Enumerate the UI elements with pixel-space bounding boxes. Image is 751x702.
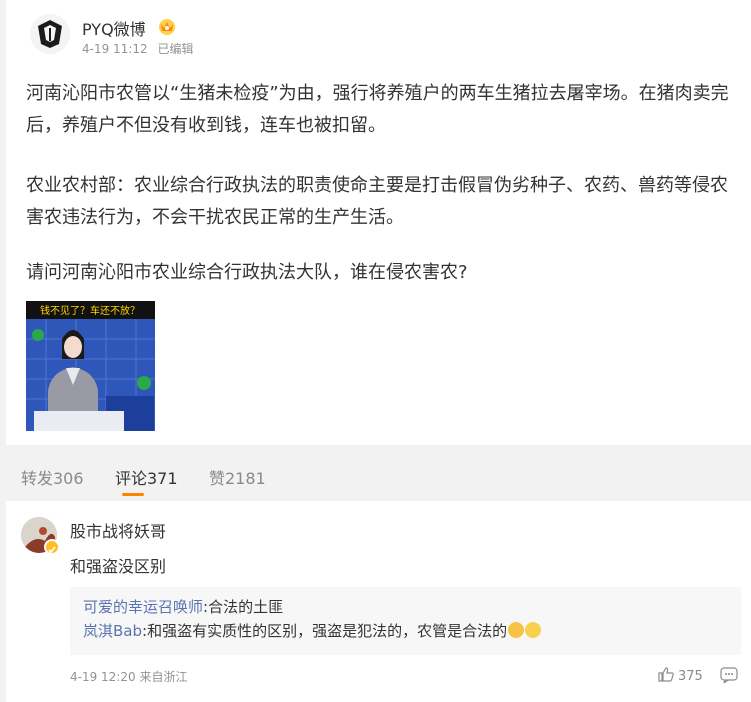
emoji-icon xyxy=(525,622,542,638)
tab-likes[interactable]: 赞2181 xyxy=(209,465,266,489)
post-video-thumbnail[interactable]: 钱不见了？车还不放？ xyxy=(26,301,155,431)
more-dots-icon[interactable] xyxy=(720,667,738,685)
commenter-name[interactable]: 股市战将妖哥 xyxy=(70,518,166,542)
tab-comments[interactable]: 评论371 xyxy=(115,465,178,489)
post-action-tabs: 转发306 评论371 赞2181 xyxy=(0,445,751,501)
tab-repost[interactable]: 转发306 xyxy=(21,465,84,489)
post-paragraph: 农业农村部：农业综合行政执法的职责使命主要是打击假冒伪劣种子、农药、兽药等侵农害… xyxy=(26,175,728,228)
comment-like-button[interactable]: 375 xyxy=(658,667,703,684)
reply-user[interactable]: 岚淇Bab xyxy=(83,622,142,640)
post-time: 4-19 11:12 xyxy=(82,42,148,56)
comment-replies[interactable]: 可爱的幸运召唤师:合法的土匪 岚淇Bab:和强盗有实质性的区别，强盗是犯法的，农… xyxy=(70,587,741,655)
author-avatar[interactable] xyxy=(30,14,70,54)
comment-card: 股市战将妖哥 和强盗没区别 可爱的幸运召唤师:合法的土匪 岚淇Bab:和强盗有实… xyxy=(6,501,751,702)
post-card: PYQ微博 4-19 11:12 已编辑 河南沁阳市农管以“生猪未检疫”为由，强… xyxy=(6,0,751,445)
thumbs-up-icon xyxy=(658,667,674,682)
like-count: 375 xyxy=(678,669,703,684)
reply-user[interactable]: 可爱的幸运召唤师 xyxy=(83,598,203,616)
edited-label[interactable]: 已编辑 xyxy=(157,42,193,56)
reply-text: :和强盗有实质性的区别，强盗是犯法的，农管是合法的 xyxy=(142,622,508,640)
post-paragraph: 河南沁阳市农管以“生猪未检疫”为由，强行将养殖户的两车生猪拉去屠宰场。在猪肉卖完… xyxy=(26,83,729,136)
comment-text: 和强盗没区别 xyxy=(70,557,167,576)
post-paragraph: 请问河南沁阳市农业综合行政执法大队，谁在侵农害农? xyxy=(26,262,468,283)
reply-item: 可爱的幸运召唤师:合法的土匪 xyxy=(83,595,728,619)
author-name[interactable]: PYQ微博 xyxy=(82,16,146,40)
active-tab-indicator xyxy=(122,493,144,496)
reply-text: :合法的土匪 xyxy=(203,598,284,616)
post-meta: 4-19 11:12 已编辑 xyxy=(82,40,193,57)
reply-item: 岚淇Bab:和强盗有实质性的区别，强盗是犯法的，农管是合法的 xyxy=(83,619,728,643)
avatar-logo-icon xyxy=(30,14,70,54)
comment-time: 4-19 12:20 来自浙江 xyxy=(70,670,188,684)
vip-crown-icon[interactable] xyxy=(156,16,178,36)
emoji-icon xyxy=(508,622,525,638)
thumbnail-caption: 钱不见了？车还不放？ xyxy=(40,304,140,317)
verified-badge-icon xyxy=(44,539,60,555)
